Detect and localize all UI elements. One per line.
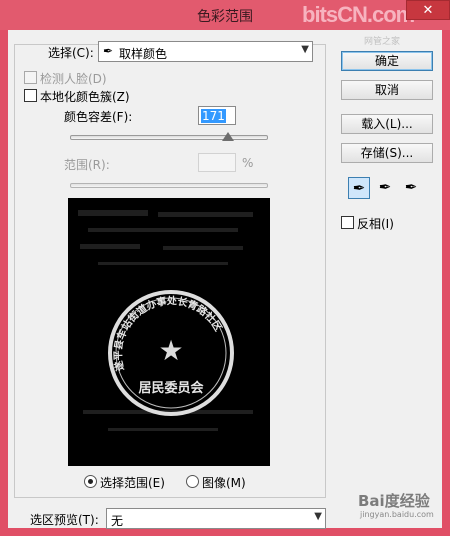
watermark-small: 网管之家	[364, 37, 401, 47]
window-frame-bottom	[0, 528, 450, 536]
selection-preview-label: 选区预览(T):	[30, 513, 99, 527]
invert-checkbox[interactable]	[341, 216, 354, 229]
chevron-down-icon: ▼	[301, 44, 309, 55]
radio-image[interactable]	[186, 475, 199, 488]
stamp-center-text: 居民委员会	[138, 380, 204, 396]
fuzziness-slider[interactable]	[70, 135, 268, 140]
detect-faces-label: 检测人脸(D)	[40, 72, 107, 86]
select-value: 取样颜色	[119, 47, 168, 61]
fuzziness-slider-thumb[interactable]	[222, 132, 235, 141]
chevron-down-icon: ▼	[314, 511, 322, 522]
stamp-star: ★	[158, 334, 183, 367]
selection-preview-image: 遂平县车站街道办事处长青路社区 ★ 居民委员会	[68, 198, 270, 466]
fuzziness-label: 颜色容差(F):	[64, 110, 133, 124]
save-button[interactable]: 存储(S)...	[341, 143, 433, 163]
select-label: 选择(C):	[48, 46, 94, 60]
cancel-button[interactable]: 取消	[341, 80, 433, 100]
stamp-image: 遂平县车站街道办事处长青路社区 ★ 居民委员会	[68, 198, 270, 466]
window-frame-right	[442, 30, 450, 536]
range-input[interactable]	[198, 153, 236, 172]
window-frame-left	[0, 30, 8, 536]
eyedropper-plus-icon[interactable]: ✒	[374, 177, 396, 199]
selection-preview-value: 无	[111, 514, 124, 528]
ok-button[interactable]: 确定	[341, 51, 433, 71]
watermark-bottom-sub: jingyan.baidu.com	[360, 510, 434, 519]
radio-selection-label: 选择范围(E)	[100, 476, 165, 490]
localized-clusters-checkbox[interactable]	[24, 89, 37, 102]
localized-clusters-label: 本地化颜色簇(Z)	[40, 90, 130, 104]
watermark-logo: bitsCN.com	[302, 2, 415, 27]
fuzziness-input[interactable]: 171	[198, 106, 236, 125]
select-dropdown[interactable]: ✒ 取样颜色 ▼	[98, 41, 313, 62]
radio-selection[interactable]	[84, 475, 97, 488]
selection-preview-dropdown[interactable]: 无 ▼	[106, 508, 326, 529]
load-button[interactable]: 载入(L)...	[341, 114, 433, 134]
range-label: 范围(R):	[64, 158, 110, 172]
eyedropper-minus-icon[interactable]: ✒	[400, 177, 422, 199]
close-button[interactable]: ✕	[406, 0, 450, 20]
range-slider[interactable]	[70, 183, 268, 188]
watermark-bottom: Bai度经验	[358, 492, 430, 510]
radio-image-label: 图像(M)	[202, 476, 246, 490]
detect-faces-checkbox[interactable]	[24, 71, 37, 84]
fuzziness-value: 171	[201, 109, 226, 123]
eyedropper-icon: ✒	[103, 44, 114, 58]
eyedropper-icon[interactable]: ✒	[348, 177, 370, 199]
invert-label: 反相(I)	[357, 217, 394, 231]
range-unit: %	[242, 156, 254, 170]
